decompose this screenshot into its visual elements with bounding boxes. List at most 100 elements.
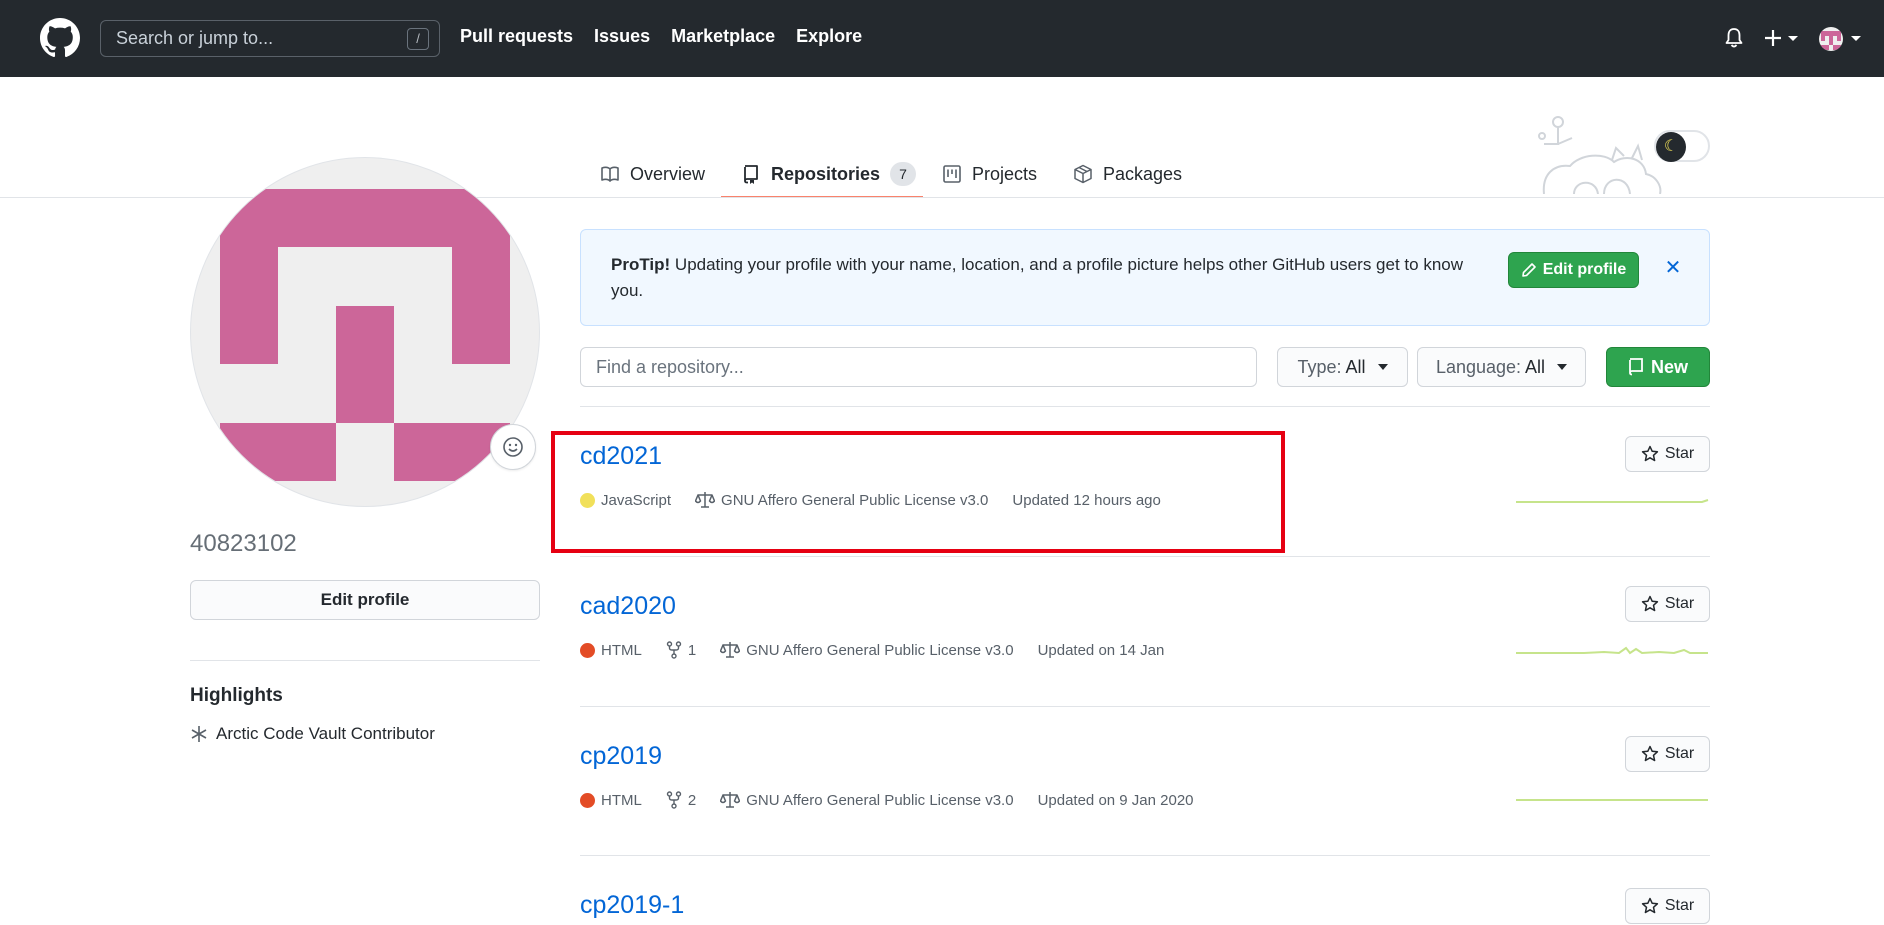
tab-repositories[interactable]: Repositories 7: [741, 150, 917, 198]
repo-license: GNU Affero General Public License v3.0: [720, 791, 1014, 809]
language-label: HTML: [601, 641, 642, 659]
search-box[interactable]: /: [100, 20, 440, 57]
star-icon: [1641, 445, 1658, 462]
tab-packages[interactable]: Packages: [1073, 150, 1182, 198]
octocat-illustration-icon: [1538, 116, 1662, 194]
repo-name-link[interactable]: cad2020: [580, 592, 676, 621]
protip-text: ProTip! Updating your profile with your …: [611, 252, 1471, 304]
star-button[interactable]: Star: [1625, 736, 1710, 772]
tab-repositories-label: Repositories: [771, 163, 881, 184]
language-color-dot: [580, 792, 595, 808]
fork-icon: [666, 791, 682, 809]
activity-sparkline: [1516, 646, 1708, 655]
star-icon: [1641, 745, 1658, 762]
smiley-icon: [503, 437, 523, 457]
snowflake-icon: [191, 726, 207, 742]
find-repository-field[interactable]: [580, 347, 1257, 387]
star-icon: [1641, 595, 1658, 612]
edit-profile-button[interactable]: Edit profile: [190, 580, 540, 620]
star-label: Star: [1664, 445, 1695, 462]
global-nav: Pull requests Issues Marketplace Explore: [460, 26, 862, 47]
tab-packages-label: Packages: [1103, 163, 1183, 184]
law-icon: [720, 642, 741, 658]
set-status-button[interactable]: [490, 424, 536, 470]
top-navbar: / Pull requests Issues Marketplace Explo…: [0, 0, 1884, 77]
activity-sparkline: [1516, 799, 1708, 801]
sidebar-divider: [190, 660, 540, 661]
project-icon: [943, 165, 961, 183]
type-filter-label: Type:: [1297, 356, 1342, 377]
repo-language: HTML: [580, 642, 642, 659]
book-icon: [601, 166, 619, 182]
forks-count: 2: [687, 791, 697, 809]
search-input[interactable]: [101, 21, 439, 56]
annotation-highlight-box: [551, 431, 1285, 553]
star-button[interactable]: Star: [1625, 888, 1710, 924]
star-icon: [1641, 897, 1658, 914]
bell-icon[interactable]: [1724, 27, 1744, 49]
profile-username: 40823102: [190, 530, 297, 557]
star-button[interactable]: Star: [1625, 436, 1710, 472]
protip-edit-label: Edit profile: [1542, 261, 1627, 278]
nav-explore[interactable]: Explore: [796, 26, 862, 47]
tab-overview[interactable]: Overview: [600, 150, 705, 198]
repo-language: HTML: [580, 792, 642, 809]
protip-edit-profile-button[interactable]: Edit profile: [1508, 252, 1639, 288]
license-label: GNU Affero General Public License v3.0: [746, 791, 1014, 809]
highlight-label: Arctic Code Vault Contributor: [216, 724, 435, 743]
language-color-dot: [580, 642, 595, 658]
repo-updated: Updated on 9 Jan 2020: [1037, 791, 1194, 809]
profile-avatar[interactable]: [190, 157, 540, 507]
repo-meta: HTML 1 GNU Affero General Public License…: [580, 641, 1188, 659]
pencil-icon: [1521, 263, 1536, 277]
type-filter-dropdown[interactable]: Type: All: [1277, 347, 1408, 387]
license-label: GNU Affero General Public License v3.0: [746, 641, 1014, 659]
protip-banner: ProTip! Updating your profile with your …: [580, 229, 1710, 326]
repo-divider: [580, 556, 1710, 557]
find-repository-input[interactable]: [581, 348, 1256, 386]
repo-forks[interactable]: 2: [666, 791, 696, 809]
plus-icon[interactable]: [1764, 26, 1802, 50]
highlights-heading: Highlights: [190, 685, 283, 706]
tab-overview-label: Overview: [630, 163, 706, 184]
repo-icon: [1629, 358, 1643, 376]
highlight-arctic-vault[interactable]: Arctic Code Vault Contributor: [190, 724, 435, 744]
repo-name-link[interactable]: cp2019: [580, 742, 662, 771]
fork-icon: [666, 641, 682, 659]
moon-icon: ☾: [1656, 132, 1686, 162]
repo-name-link[interactable]: cp2019-1: [580, 891, 684, 920]
identicon-image: [220, 189, 510, 481]
chevron-down-icon: [1557, 364, 1568, 370]
nav-issues[interactable]: Issues: [594, 26, 650, 47]
repo-list-top-divider: [580, 406, 1710, 407]
star-label: Star: [1664, 745, 1695, 762]
forks-count: 1: [687, 641, 697, 659]
repositories-count-badge: 7: [890, 162, 917, 186]
star-label: Star: [1664, 897, 1695, 914]
repo-updated: Updated on 14 Jan: [1037, 641, 1165, 659]
language-filter-label: Language:: [1435, 356, 1522, 377]
repo-license: GNU Affero General Public License v3.0: [720, 641, 1014, 659]
new-repository-button[interactable]: New: [1606, 347, 1710, 387]
dark-mode-toggle[interactable]: ☾: [1654, 130, 1710, 162]
nav-marketplace[interactable]: Marketplace: [671, 26, 775, 47]
close-icon[interactable]: ✕: [1661, 256, 1685, 280]
nav-pull-requests[interactable]: Pull requests: [460, 26, 573, 47]
repo-divider: [580, 855, 1710, 856]
package-icon: [1074, 164, 1092, 184]
type-filter-value: All: [1345, 356, 1366, 377]
star-label: Star: [1664, 595, 1695, 612]
repo-forks[interactable]: 1: [666, 641, 696, 659]
avatar-icon[interactable]: [1818, 26, 1864, 52]
github-logo-icon[interactable]: [40, 18, 80, 58]
repo-meta: HTML 2 GNU Affero General Public License…: [580, 791, 1218, 809]
protip-message: Updating your profile with your name, lo…: [611, 255, 1464, 300]
language-filter-dropdown[interactable]: Language: All: [1417, 347, 1586, 387]
protip-label: ProTip!: [611, 255, 671, 274]
tab-projects[interactable]: Projects: [942, 150, 1037, 198]
activity-sparkline: [1516, 499, 1709, 503]
chevron-down-icon: [1377, 364, 1388, 370]
language-label: HTML: [601, 791, 642, 809]
language-filter-value: All: [1525, 356, 1546, 377]
star-button[interactable]: Star: [1625, 586, 1710, 622]
